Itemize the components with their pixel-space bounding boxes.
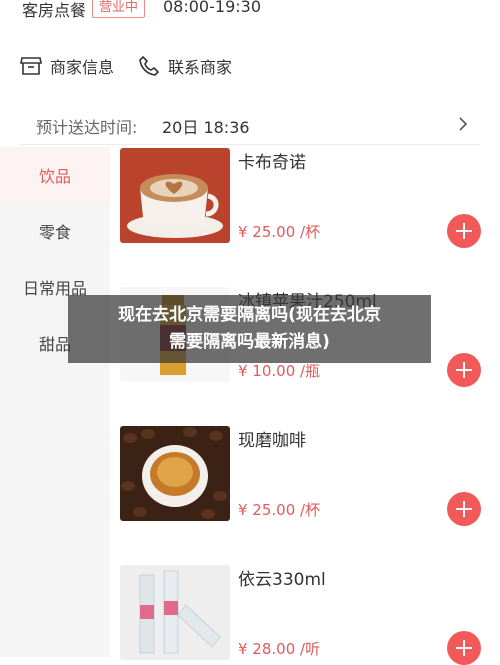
product-name: 卡布奇诺 [238, 153, 306, 173]
add-to-cart-button[interactable] [447, 353, 481, 387]
product-name: 依云330ml [238, 570, 326, 590]
delivery-time-value: 20日 18:36 [162, 118, 250, 137]
product-price: ¥ 10.00 /瓶 [238, 362, 321, 380]
shop-type-label: 客房点餐 [22, 1, 87, 20]
category-drinks[interactable]: 饮品 [0, 147, 110, 203]
product-price: ¥ 25.00 /杯 [238, 501, 321, 519]
product-name: 现磨咖啡 [238, 431, 306, 451]
status-badge: 营业中 [92, 0, 146, 18]
shop-header: 客房点餐 营业中 08:00-19:30 [0, 0, 500, 22]
product-price: ¥ 28.00 /听 [238, 640, 321, 658]
ground-coffee-image [120, 426, 230, 521]
overlay-line-1: 现在去北京需要隔离吗(现在去北京 [118, 305, 381, 325]
shop-icon [20, 56, 42, 76]
evian-water-image [120, 565, 230, 660]
product-item[interactable]: 现磨咖啡 ¥ 25.00 /杯 [120, 426, 500, 526]
headline-overlay: 现在去北京需要隔离吗(现在去北京 需要隔离吗最新消息) [68, 295, 431, 363]
delivery-time-selector[interactable]: 预计送达时间: 20日 18:36 [20, 108, 480, 145]
product-item[interactable]: 卡布奇诺 ¥ 25.00 /杯 [120, 148, 500, 248]
add-to-cart-button[interactable] [447, 631, 481, 665]
category-sidebar: 饮品 零食 日常用品 甜品 [0, 147, 110, 657]
phone-icon [138, 55, 160, 77]
contact-merchant-button[interactable]: 联系商家 [138, 54, 232, 78]
add-to-cart-button[interactable] [447, 492, 481, 526]
overlay-line-2: 需要隔离吗最新消息) [169, 332, 330, 352]
chevron-right-icon [458, 116, 468, 136]
contact-merchant-label: 联系商家 [168, 58, 233, 77]
merchant-info-button[interactable]: 商家信息 [20, 54, 114, 78]
cappuccino-image [120, 148, 230, 243]
product-item[interactable]: 依云330ml ¥ 28.00 /听 [120, 565, 500, 665]
delivery-time-label: 预计送达时间: [36, 118, 138, 137]
merchant-info-label: 商家信息 [50, 58, 115, 77]
business-hours: 08:00-19:30 [163, 0, 261, 16]
category-snacks[interactable]: 零食 [0, 203, 110, 259]
add-to-cart-button[interactable] [447, 214, 481, 248]
merchant-actions: 商家信息 联系商家 [0, 50, 500, 84]
product-price: ¥ 25.00 /杯 [238, 223, 321, 241]
